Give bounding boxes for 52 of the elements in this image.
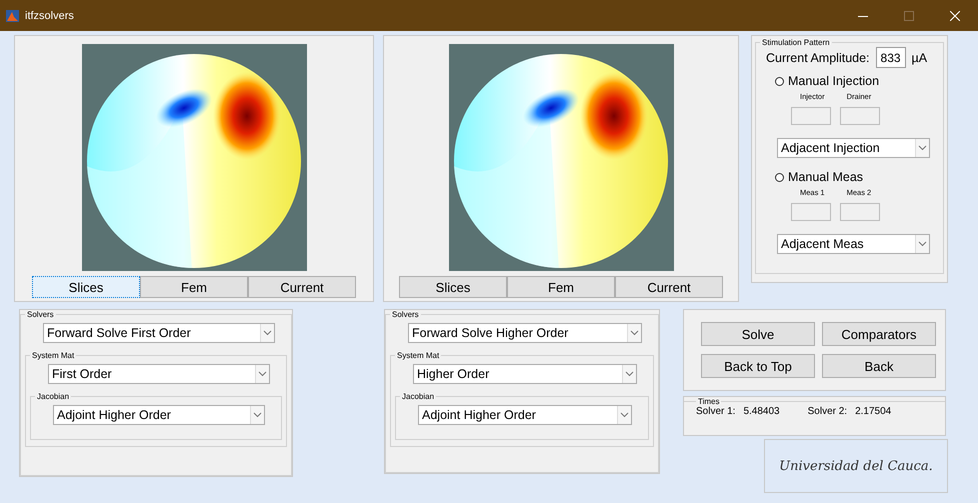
dropdown[interactable]: Forward Solve Higher Order	[408, 323, 642, 343]
chevron-icon	[255, 365, 269, 383]
view-tab[interactable]: Current	[248, 276, 356, 298]
radio-label: Manual Injection	[788, 74, 880, 88]
chevron-icon	[915, 139, 929, 157]
action-button[interactable]: Comparators	[822, 322, 936, 346]
logo-text: Universidad del Cauca.	[779, 458, 933, 474]
view-tab[interactable]: Fem	[140, 276, 248, 298]
time-value: 5.48403	[743, 406, 780, 417]
view-tab[interactable]: Fem	[507, 276, 615, 298]
window-title: itfzsolvers	[25, 10, 75, 22]
input-field[interactable]	[840, 107, 880, 125]
dropdown[interactable]: Higher Order	[413, 364, 637, 384]
view-tab[interactable]: Current	[615, 276, 723, 298]
group-label: Jacobian	[401, 392, 436, 401]
group-label: System Mat	[31, 351, 76, 360]
chevron-icon	[622, 365, 636, 383]
chevron-icon	[915, 235, 929, 253]
group-label: System Mat	[396, 351, 440, 360]
chevron-icon	[627, 324, 641, 342]
time-value: 2.17504	[855, 406, 892, 417]
group-label: Jacobian	[36, 392, 70, 401]
dropdown[interactable]: Adjacent Injection	[777, 138, 930, 158]
group-label: Stimulation Pattern	[761, 38, 831, 47]
view-tab[interactable]: Slices	[399, 276, 507, 298]
time-label: Solver 1:	[696, 406, 736, 417]
group-label: Solvers	[26, 310, 55, 319]
view-tab[interactable]: Slices	[32, 276, 140, 298]
unit-label: µA	[912, 50, 928, 64]
input-field[interactable]	[840, 203, 880, 221]
action-button[interactable]: Back to Top	[701, 354, 815, 378]
dropdown[interactable]: Adjacent Meas	[777, 234, 930, 254]
action-button[interactable]: Back	[822, 354, 936, 378]
input-field[interactable]	[791, 107, 831, 125]
input-field[interactable]	[791, 203, 831, 221]
chevron-icon	[617, 406, 631, 424]
action-button[interactable]: Solve	[701, 322, 815, 346]
radio-label: Manual Meas	[788, 170, 864, 184]
field-label: Current Amplitude:	[766, 50, 870, 64]
dropdown[interactable]: Forward Solve First Order	[43, 323, 275, 343]
dropdown[interactable]: First Order	[48, 364, 270, 384]
time-label: Solver 2:	[808, 406, 848, 417]
chevron-icon	[250, 406, 264, 424]
dropdown[interactable]: Adjoint Higher Order	[53, 405, 265, 425]
chevron-icon	[260, 324, 274, 342]
group-label: Solvers	[391, 310, 420, 319]
input-field[interactable]: 833	[876, 47, 906, 68]
radio-button[interactable]	[775, 76, 784, 86]
dropdown[interactable]: Adjoint Higher Order	[418, 405, 632, 425]
radio-button[interactable]	[775, 172, 784, 182]
app-icon	[6, 10, 19, 22]
group-label: Times	[697, 397, 720, 406]
